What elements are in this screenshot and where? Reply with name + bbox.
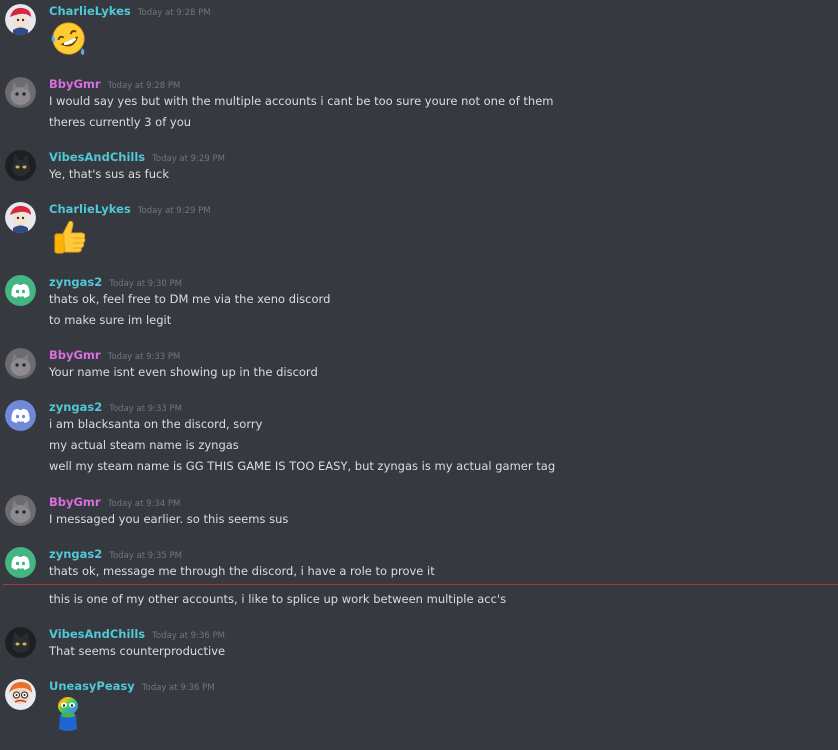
avatar-zyngas2[interactable]: [5, 547, 36, 578]
avatar-charlielykes[interactable]: [5, 4, 36, 35]
author-name[interactable]: zyngas2 Today at 9:35 PM: [49, 547, 182, 563]
message-text: Ye, that's sus as fuck: [49, 167, 169, 181]
author-name[interactable]: BbyGmr Today at 9:33 PM: [49, 348, 180, 364]
chat-messages: CharlieLykes Today at 9:28 PM BbyGmr Tod…: [0, 0, 838, 750]
avatar-vibesandchills[interactable]: [5, 627, 36, 658]
author-name-text[interactable]: zyngas2: [49, 547, 102, 561]
rolling-laughing-emoji-icon: [49, 19, 88, 62]
avatar-image: [5, 4, 36, 35]
avatar-charlielykes[interactable]: [5, 202, 36, 233]
author-name[interactable]: UneasyPeasy Today at 9:36 PM: [49, 679, 215, 695]
author-name-text[interactable]: VibesAndChills: [49, 627, 145, 641]
timestamp: Today at 9:28 PM: [107, 81, 181, 91]
author-name-text[interactable]: BbyGmr: [49, 348, 101, 362]
discord-logo-icon: [5, 275, 36, 306]
author-name-text[interactable]: UneasyPeasy: [49, 679, 135, 693]
message-text: my actual steam name is zyngas: [49, 438, 239, 452]
new-messages-divider: [3, 584, 838, 585]
author-name-text[interactable]: CharlieLykes: [49, 202, 131, 216]
avatar-vibesandchills[interactable]: [5, 150, 36, 181]
avatar-image: [5, 150, 36, 181]
message-text: well my steam name is GG THIS GAME IS TO…: [49, 459, 556, 473]
message-text: Your name isnt even showing up in the di…: [49, 365, 318, 379]
message-text: I messaged you earlier. so this seems su…: [49, 512, 289, 526]
message-text: to make sure im legit: [49, 313, 172, 327]
message-text: theres currently 3 of you: [49, 115, 192, 129]
avatar-image: [5, 495, 36, 526]
author-name[interactable]: CharlieLykes Today at 9:28 PM: [49, 4, 211, 20]
avatar-bbygmr[interactable]: [5, 348, 36, 379]
author-name[interactable]: CharlieLykes Today at 9:29 PM: [49, 202, 211, 218]
avatar-zyngas2[interactable]: [5, 275, 36, 306]
author-name[interactable]: zyngas2 Today at 9:33 PM: [49, 400, 182, 416]
timestamp: Today at 9:36 PM: [141, 683, 215, 693]
author-name[interactable]: BbyGmr Today at 9:34 PM: [49, 495, 180, 511]
author-name-text[interactable]: BbyGmr: [49, 77, 101, 91]
author-name-text[interactable]: CharlieLykes: [49, 4, 131, 18]
timestamp: Today at 9:33 PM: [109, 404, 182, 414]
message-text: this is one of my other accounts, i like…: [49, 592, 507, 606]
author-name[interactable]: zyngas2 Today at 9:30 PM: [49, 275, 182, 291]
author-name[interactable]: VibesAndChills Today at 9:29 PM: [49, 150, 225, 166]
avatar-image: [5, 348, 36, 379]
thumbs-up-emoji-icon: [49, 217, 89, 261]
timestamp: Today at 9:33 PM: [107, 352, 181, 362]
timestamp: Today at 9:30 PM: [109, 279, 182, 289]
author-name-text[interactable]: VibesAndChills: [49, 150, 145, 164]
rainbow-pepe-emote-icon: [53, 695, 83, 739]
author-name-text[interactable]: zyngas2: [49, 275, 102, 289]
author-name-text[interactable]: BbyGmr: [49, 495, 101, 509]
timestamp: Today at 9:29 PM: [152, 154, 225, 164]
timestamp: Today at 9:35 PM: [109, 551, 182, 561]
author-name[interactable]: VibesAndChills Today at 9:36 PM: [49, 627, 225, 643]
discord-logo-icon: [5, 400, 36, 431]
timestamp: Today at 9:34 PM: [107, 499, 181, 509]
timestamp: Today at 9:28 PM: [137, 8, 211, 18]
avatar-image: [5, 627, 36, 658]
avatar-bbygmr[interactable]: [5, 77, 36, 108]
timestamp: Today at 9:36 PM: [152, 631, 225, 641]
message-text: That seems counterproductive: [49, 644, 226, 658]
timestamp: Today at 9:29 PM: [137, 206, 211, 216]
discord-logo-icon: [5, 547, 36, 578]
message-text: i am blacksanta on the discord, sorry: [49, 417, 263, 431]
avatar-image: [5, 202, 36, 233]
message-text: thats ok, feel free to DM me via the xen…: [49, 292, 331, 306]
message-text: I would say yes but with the multiple ac…: [49, 94, 554, 108]
author-name-text[interactable]: zyngas2: [49, 400, 102, 414]
message-text: thats ok, message me through the discord…: [49, 564, 435, 578]
avatar-uneasypeasy[interactable]: [5, 679, 36, 710]
avatar-bbygmr[interactable]: [5, 495, 36, 526]
author-name[interactable]: BbyGmr Today at 9:28 PM: [49, 77, 180, 93]
avatar-image: [5, 77, 36, 108]
avatar-image: [5, 679, 36, 710]
avatar-zyngas2[interactable]: [5, 400, 36, 431]
